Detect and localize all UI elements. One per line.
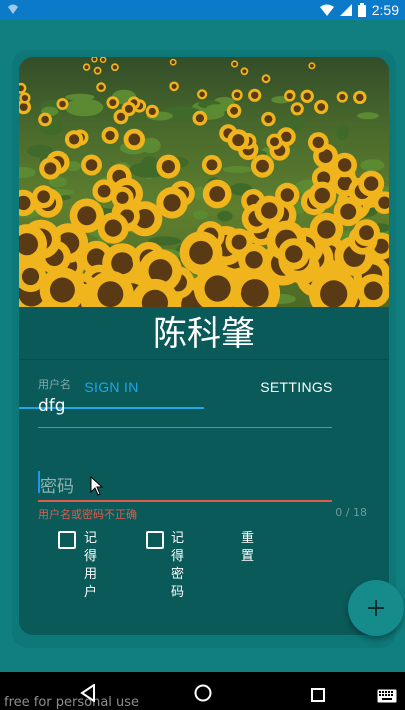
remember-user-label: 记得用户: [84, 531, 98, 600]
signal-icon: [339, 4, 352, 16]
keyboard-icon[interactable]: [377, 688, 397, 707]
watermark: free for personal use: [4, 695, 140, 710]
plus-icon: [368, 600, 384, 616]
reset-button[interactable]: 重置: [241, 530, 254, 566]
battery-icon: [357, 3, 366, 17]
tab-bar: SIGN IN SETTINGS: [19, 367, 389, 409]
notification-icon: [6, 2, 20, 19]
remember-user-checkbox[interactable]: [58, 531, 76, 549]
recents-icon[interactable]: [311, 687, 325, 706]
error-message: 用户名或密码不正确: [38, 508, 137, 521]
add-button[interactable]: [348, 580, 404, 636]
username-field[interactable]: dfg: [38, 396, 66, 416]
character-counter: 0 / 18: [335, 506, 367, 519]
mouse-pointer-icon: [90, 475, 104, 500]
tab-settings[interactable]: SETTINGS: [204, 367, 389, 407]
password-field[interactable]: 密码: [40, 472, 74, 497]
remember-password-label: 记得密码: [171, 531, 185, 600]
remember-password-checkbox[interactable]: [146, 531, 164, 549]
password-underline: [38, 500, 332, 502]
hero-image: [19, 57, 389, 307]
username-label: 用户名: [38, 378, 71, 391]
status-time: 2:59: [371, 2, 399, 18]
username-underline: [38, 427, 332, 428]
status-bar: 2:59: [0, 0, 405, 20]
divider: [19, 359, 389, 360]
home-icon[interactable]: [194, 684, 212, 706]
wifi-icon: [319, 4, 334, 16]
page-title: 陈科肇: [153, 314, 255, 354]
